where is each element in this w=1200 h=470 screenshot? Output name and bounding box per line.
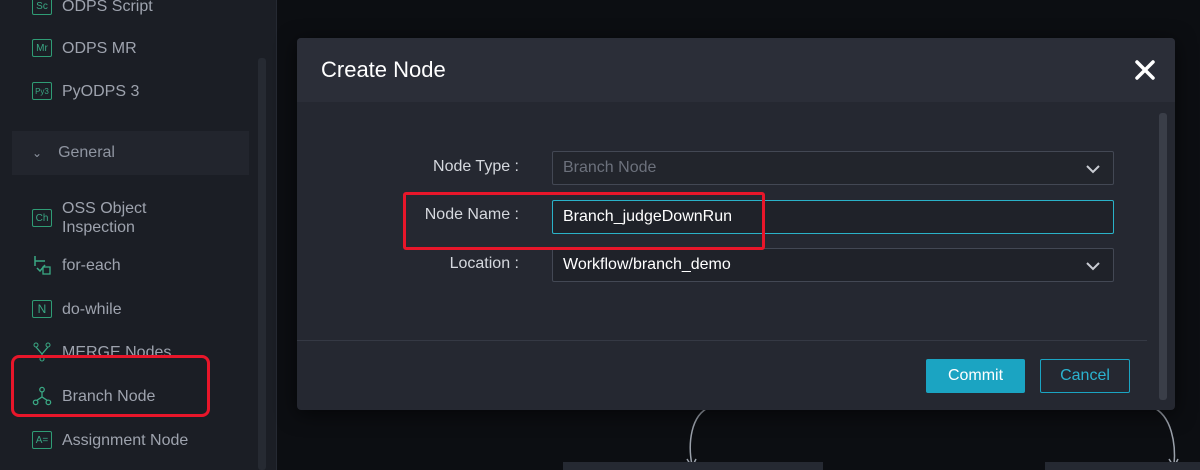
- commit-button[interactable]: Commit: [926, 359, 1025, 393]
- location-value: Workflow/branch_demo: [563, 256, 731, 273]
- location-label: Location :: [449, 255, 519, 272]
- pyodps-icon: Py3: [32, 82, 52, 100]
- canvas-node-box[interactable]: [563, 462, 823, 470]
- canvas-node-box[interactable]: [1045, 462, 1200, 470]
- footer-divider: [297, 340, 1147, 341]
- sidebar-item-pyodps3[interactable]: Py3 PyODPS 3: [32, 79, 139, 103]
- sidebar-item-label: PyODPS 3: [62, 82, 140, 100]
- sidebar-item-label: do-while: [62, 300, 122, 318]
- do-while-icon: N: [32, 300, 52, 318]
- chevron-down-icon: ⌄: [32, 146, 43, 160]
- sidebar-section-general[interactable]: ⌄ General: [12, 131, 249, 175]
- connector-arrow-right: [1151, 406, 1179, 469]
- for-each-icon: [32, 256, 52, 275]
- node-type-select[interactable]: Branch Node: [552, 151, 1114, 185]
- node-type-value: Branch Node: [563, 159, 657, 176]
- cancel-button[interactable]: Cancel: [1040, 359, 1130, 393]
- sidebar-item-label: OSS Object Inspection: [62, 200, 147, 236]
- dialog-title: Create Node: [321, 57, 446, 82]
- sidebar-item-label: ODPS Script: [62, 0, 153, 15]
- odps-mr-icon: Mr: [32, 39, 52, 57]
- assignment-icon: A=: [32, 431, 52, 449]
- sidebar-item-oss-inspection[interactable]: Ch OSS Object Inspection: [32, 198, 146, 238]
- dialog-header: Create Node: [297, 38, 1175, 102]
- node-type-label: Node Type :: [433, 158, 519, 175]
- chevron-down-icon: [1086, 262, 1100, 271]
- close-icon: [1135, 60, 1155, 80]
- location-select[interactable]: Workflow/branch_demo: [552, 248, 1114, 282]
- sidebar-item-for-each[interactable]: for-each: [32, 253, 121, 277]
- sidebar-item-label: for-each: [62, 256, 121, 274]
- sidebar-item-assignment-node[interactable]: A= Assignment Node: [32, 428, 188, 452]
- oss-inspection-icon: Ch: [32, 209, 52, 227]
- sidebar-item-odps-mr[interactable]: Mr ODPS MR: [32, 36, 137, 60]
- sidebar-item-label: ODPS MR: [62, 39, 137, 57]
- close-button[interactable]: [1131, 56, 1159, 84]
- sidebar-scrollbar[interactable]: [258, 58, 266, 470]
- chevron-down-icon: [1086, 165, 1100, 174]
- sidebar-item-do-while[interactable]: N do-while: [32, 297, 122, 321]
- highlight-branch-node: [11, 355, 210, 417]
- sidebar-item-label: Assignment Node: [62, 431, 189, 449]
- odps-script-icon: Sc: [32, 0, 52, 15]
- sidebar-item-odps-script[interactable]: Sc ODPS Script: [32, 0, 153, 18]
- dialog-scrollbar[interactable]: [1159, 113, 1167, 400]
- highlight-node-name: [403, 192, 765, 250]
- connector-arrow-left: [686, 406, 711, 469]
- section-label: General: [58, 144, 115, 161]
